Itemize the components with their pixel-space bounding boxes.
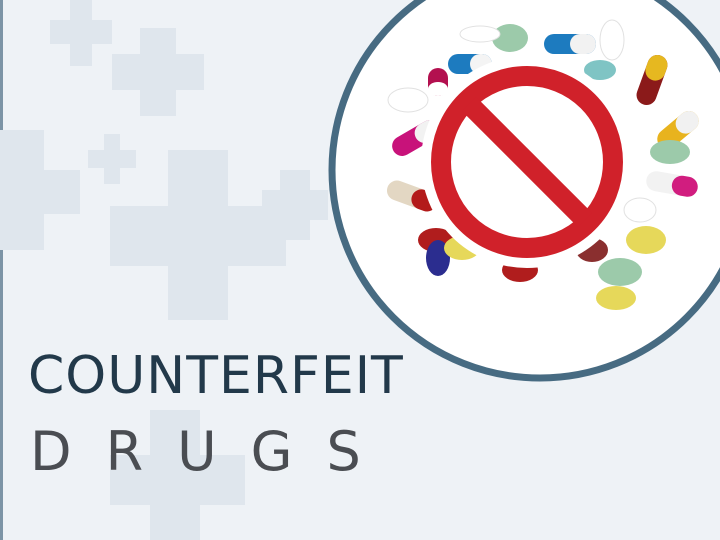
title-counterfeit: COUNTERFEIT [28,346,404,406]
title-drugs: DRUGS [30,420,395,483]
capsule-icon [428,68,448,96]
prohibition-icon [421,56,633,268]
slide: COUNTERFEIT DRUGS [0,0,720,540]
capsule-icon [544,34,596,54]
